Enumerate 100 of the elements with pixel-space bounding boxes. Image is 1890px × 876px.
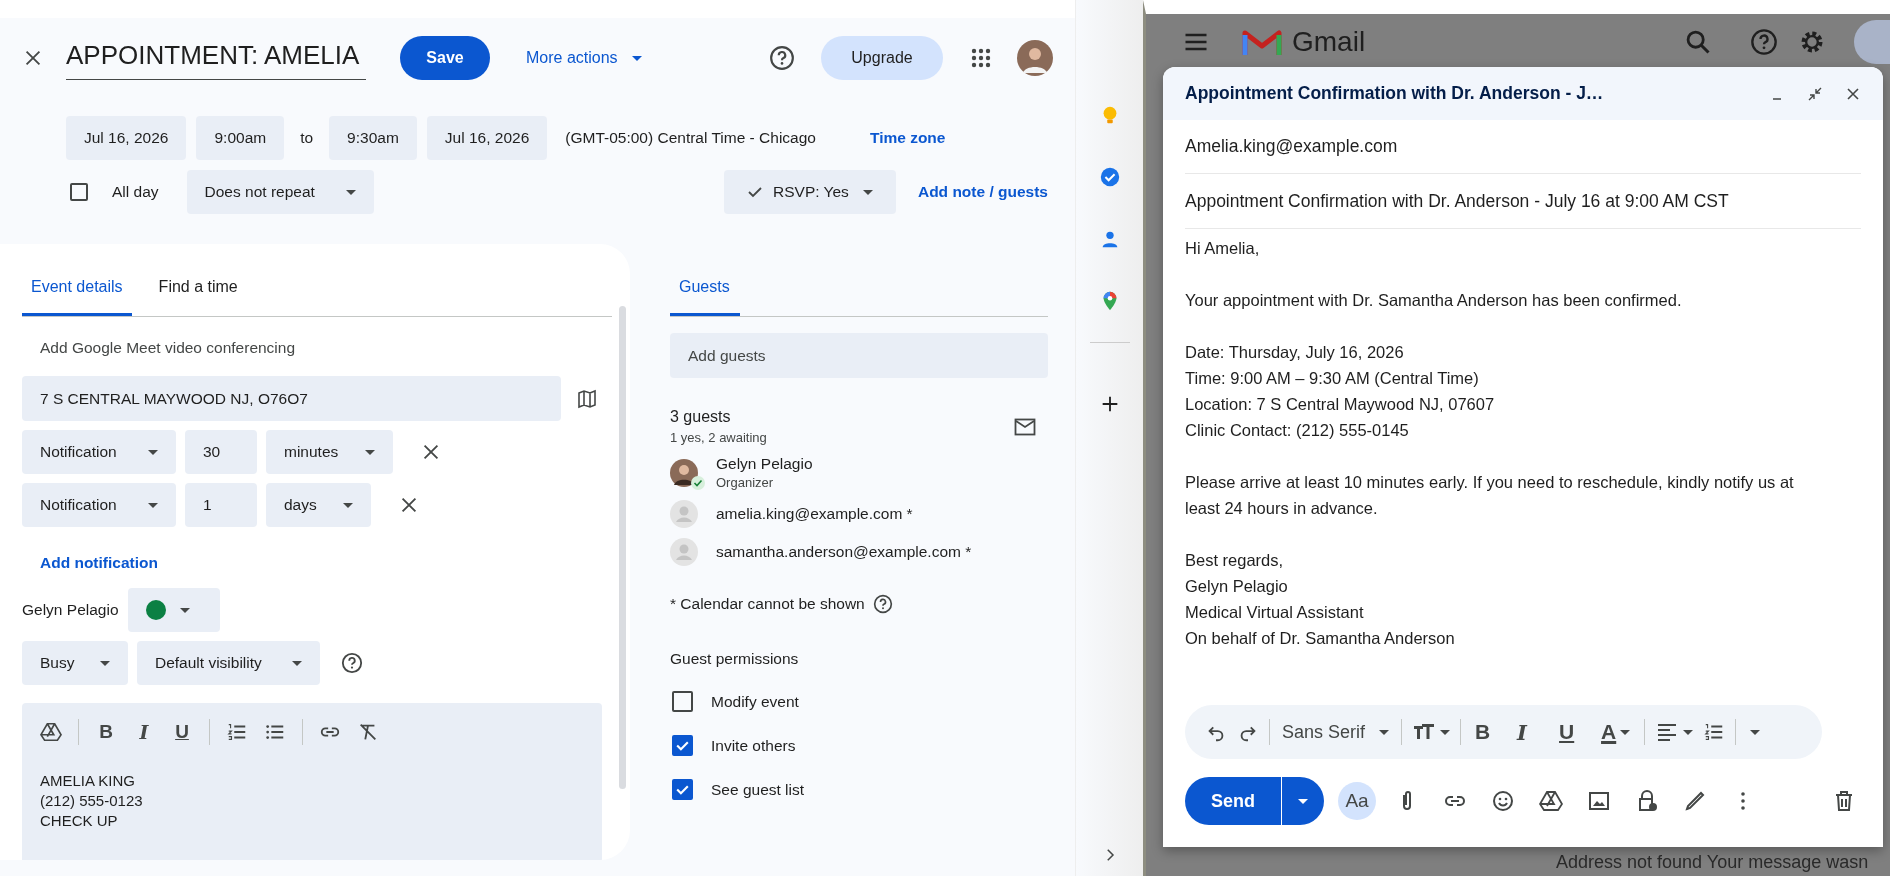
pen-icon[interactable] <box>1683 789 1707 813</box>
permissions-heading: Guest permissions <box>670 650 800 668</box>
caret-icon <box>1750 729 1761 735</box>
notification-unit-dropdown[interactable]: days <box>266 483 371 527</box>
drive-icon[interactable] <box>40 721 62 743</box>
guests-tab[interactable]: Guests <box>670 260 740 316</box>
permission-checkbox[interactable] <box>672 735 693 756</box>
add-guests-field[interactable]: Add guests <box>670 333 1048 378</box>
email-line: Medical Virtual Assistant <box>1185 602 1365 623</box>
compose-title: Appointment Confirmation with Dr. Anderson - J… <box>1185 83 1605 104</box>
check-icon <box>747 184 764 200</box>
format-button[interactable]: U <box>171 721 193 743</box>
caret-icon <box>343 502 353 508</box>
availability-dropdown[interactable]: Busy <box>22 641 128 685</box>
add-notification-link[interactable]: Add notification <box>40 554 158 572</box>
map-icon[interactable] <box>577 388 597 409</box>
description-line: (212) 555-0123 <box>40 791 144 811</box>
format-button[interactable]: B <box>1475 720 1500 744</box>
caret-icon <box>100 660 110 666</box>
exit-full-screen-icon[interactable] <box>1807 85 1823 102</box>
subject-field[interactable]: Appointment Confirmation with Dr. Anderson - July 16 at 9:00 AM CST <box>1185 174 1861 229</box>
tab[interactable]: Event details <box>22 260 132 316</box>
all-day-checkbox[interactable] <box>70 183 88 201</box>
format-button[interactable]: U <box>1559 720 1584 744</box>
guest-name: Gelyn Pelagio <box>716 455 813 473</box>
tasks-icon[interactable] <box>1098 166 1121 188</box>
close-icon[interactable] <box>1845 85 1861 102</box>
apps-grid-icon[interactable] <box>971 48 991 68</box>
caret-icon <box>365 449 375 455</box>
end-time-field[interactable]: 9:30am <box>329 116 417 160</box>
format-button[interactable]: B <box>95 721 117 743</box>
description-editor[interactable]: B I U AMELIA KING (212) 555-0123 CHECK UP <box>22 703 602 860</box>
font-dropdown[interactable]: Sans Serif <box>1282 721 1390 743</box>
help-icon[interactable] <box>769 45 795 71</box>
caret-icon <box>862 189 873 195</box>
gmail-wordmark: Gmail <box>1292 26 1366 58</box>
timezone-label: (GMT-05:00) Central Time - Chicago <box>565 129 816 147</box>
format-button[interactable]: I <box>1517 719 1542 745</box>
avatar[interactable] <box>1017 40 1053 76</box>
guest-name: samantha.anderson@example.com * <box>716 543 972 561</box>
permission-checkbox[interactable] <box>672 779 693 800</box>
recipient-field[interactable]: Amelia.king@example.com <box>1185 120 1861 174</box>
caret-icon <box>148 502 158 508</box>
drive-icon[interactable] <box>1539 789 1563 813</box>
background-message-text: Address not found Your message wasn <box>1556 852 1869 873</box>
notification-amount-field[interactable]: 1 <box>185 483 257 527</box>
emoji-icon[interactable] <box>1491 789 1515 813</box>
rsvp-dropdown[interactable]: RSVP: Yes <box>723 170 896 214</box>
format-button[interactable]: A <box>1601 720 1631 744</box>
caret-icon <box>1379 729 1390 735</box>
help-icon[interactable] <box>872 594 893 614</box>
email-line: Clinic Contact: (212) 555-0145 <box>1185 420 1410 441</box>
search-icon[interactable] <box>1684 28 1712 56</box>
guest-count: 3 guests <box>670 408 732 426</box>
repeat-dropdown[interactable]: Does not repeat <box>186 170 374 214</box>
title-field[interactable]: APPOINTMENT: AMELIA <box>66 36 366 80</box>
send-button[interactable]: Send <box>1185 777 1281 825</box>
formatting-options-button[interactable]: Aa <box>1338 782 1376 820</box>
email-line: Your appointment with Dr. Samantha Anderson has been confirmed. <box>1185 290 1683 311</box>
caret-icon <box>1683 729 1694 735</box>
email-line: Time: 9:00 AM – 9:30 AM (Central Time) <box>1185 368 1480 389</box>
notification-amount-field[interactable]: 30 <box>185 430 257 474</box>
clear-formatting-icon[interactable] <box>357 721 379 743</box>
description-line: CHECK UP <box>40 811 119 831</box>
save-button[interactable]: Save <box>400 36 490 80</box>
start-date-field[interactable]: Jul 16, 2026 <box>66 116 187 160</box>
color-dropdown[interactable] <box>127 588 220 632</box>
notification-type-dropdown[interactable]: Notification <box>22 483 176 527</box>
notification-unit-dropdown[interactable]: minutes <box>266 430 393 474</box>
caret-icon <box>1298 798 1308 804</box>
email-icon[interactable] <box>1014 417 1036 436</box>
help-icon[interactable] <box>1750 28 1778 56</box>
location-field[interactable]: 7 S CENTRAL MAYWOOD NJ, O76O7 <box>22 376 561 421</box>
end-date-field[interactable]: Jul 16, 2026 <box>426 116 548 160</box>
upgrade-button[interactable]: Upgrade <box>821 36 943 80</box>
calendar-footnote: * Calendar cannot be shown <box>670 595 865 613</box>
visibility-dropdown[interactable]: Default visibility <box>137 641 320 685</box>
add-meet-button[interactable]: Add Google Meet video conferencing <box>40 339 296 357</box>
caret-icon <box>631 55 642 61</box>
to-label: to <box>300 129 314 147</box>
caret-icon <box>1620 729 1631 735</box>
email-line: Date: Thursday, July 16, 2026 <box>1185 342 1405 363</box>
email-line: Hi Amelia, <box>1185 238 1261 259</box>
start-time-field[interactable]: 9:00am <box>196 116 285 160</box>
time-zone-link[interactable]: Time zone <box>869 129 946 147</box>
more-actions-button[interactable]: More actions <box>526 49 642 67</box>
send-options-button[interactable] <box>1281 777 1324 825</box>
email-line: Gelyn Pelagio <box>1185 576 1289 597</box>
permission-checkbox[interactable] <box>672 691 693 712</box>
add-note-guests-link[interactable]: Add note / guests <box>917 183 1048 201</box>
format-button[interactable]: I <box>133 721 155 743</box>
numbered-list-icon[interactable] <box>226 721 248 743</box>
tab[interactable]: Find a time <box>149 260 247 316</box>
image-icon[interactable] <box>1587 789 1611 813</box>
gmail-logo-icon <box>1242 27 1282 57</box>
notification-type-dropdown[interactable]: Notification <box>22 430 176 474</box>
scrollbar[interactable] <box>619 306 626 789</box>
caret-icon <box>179 607 190 613</box>
permission-label: See guest list <box>711 780 805 799</box>
help-icon[interactable] <box>341 652 363 674</box>
